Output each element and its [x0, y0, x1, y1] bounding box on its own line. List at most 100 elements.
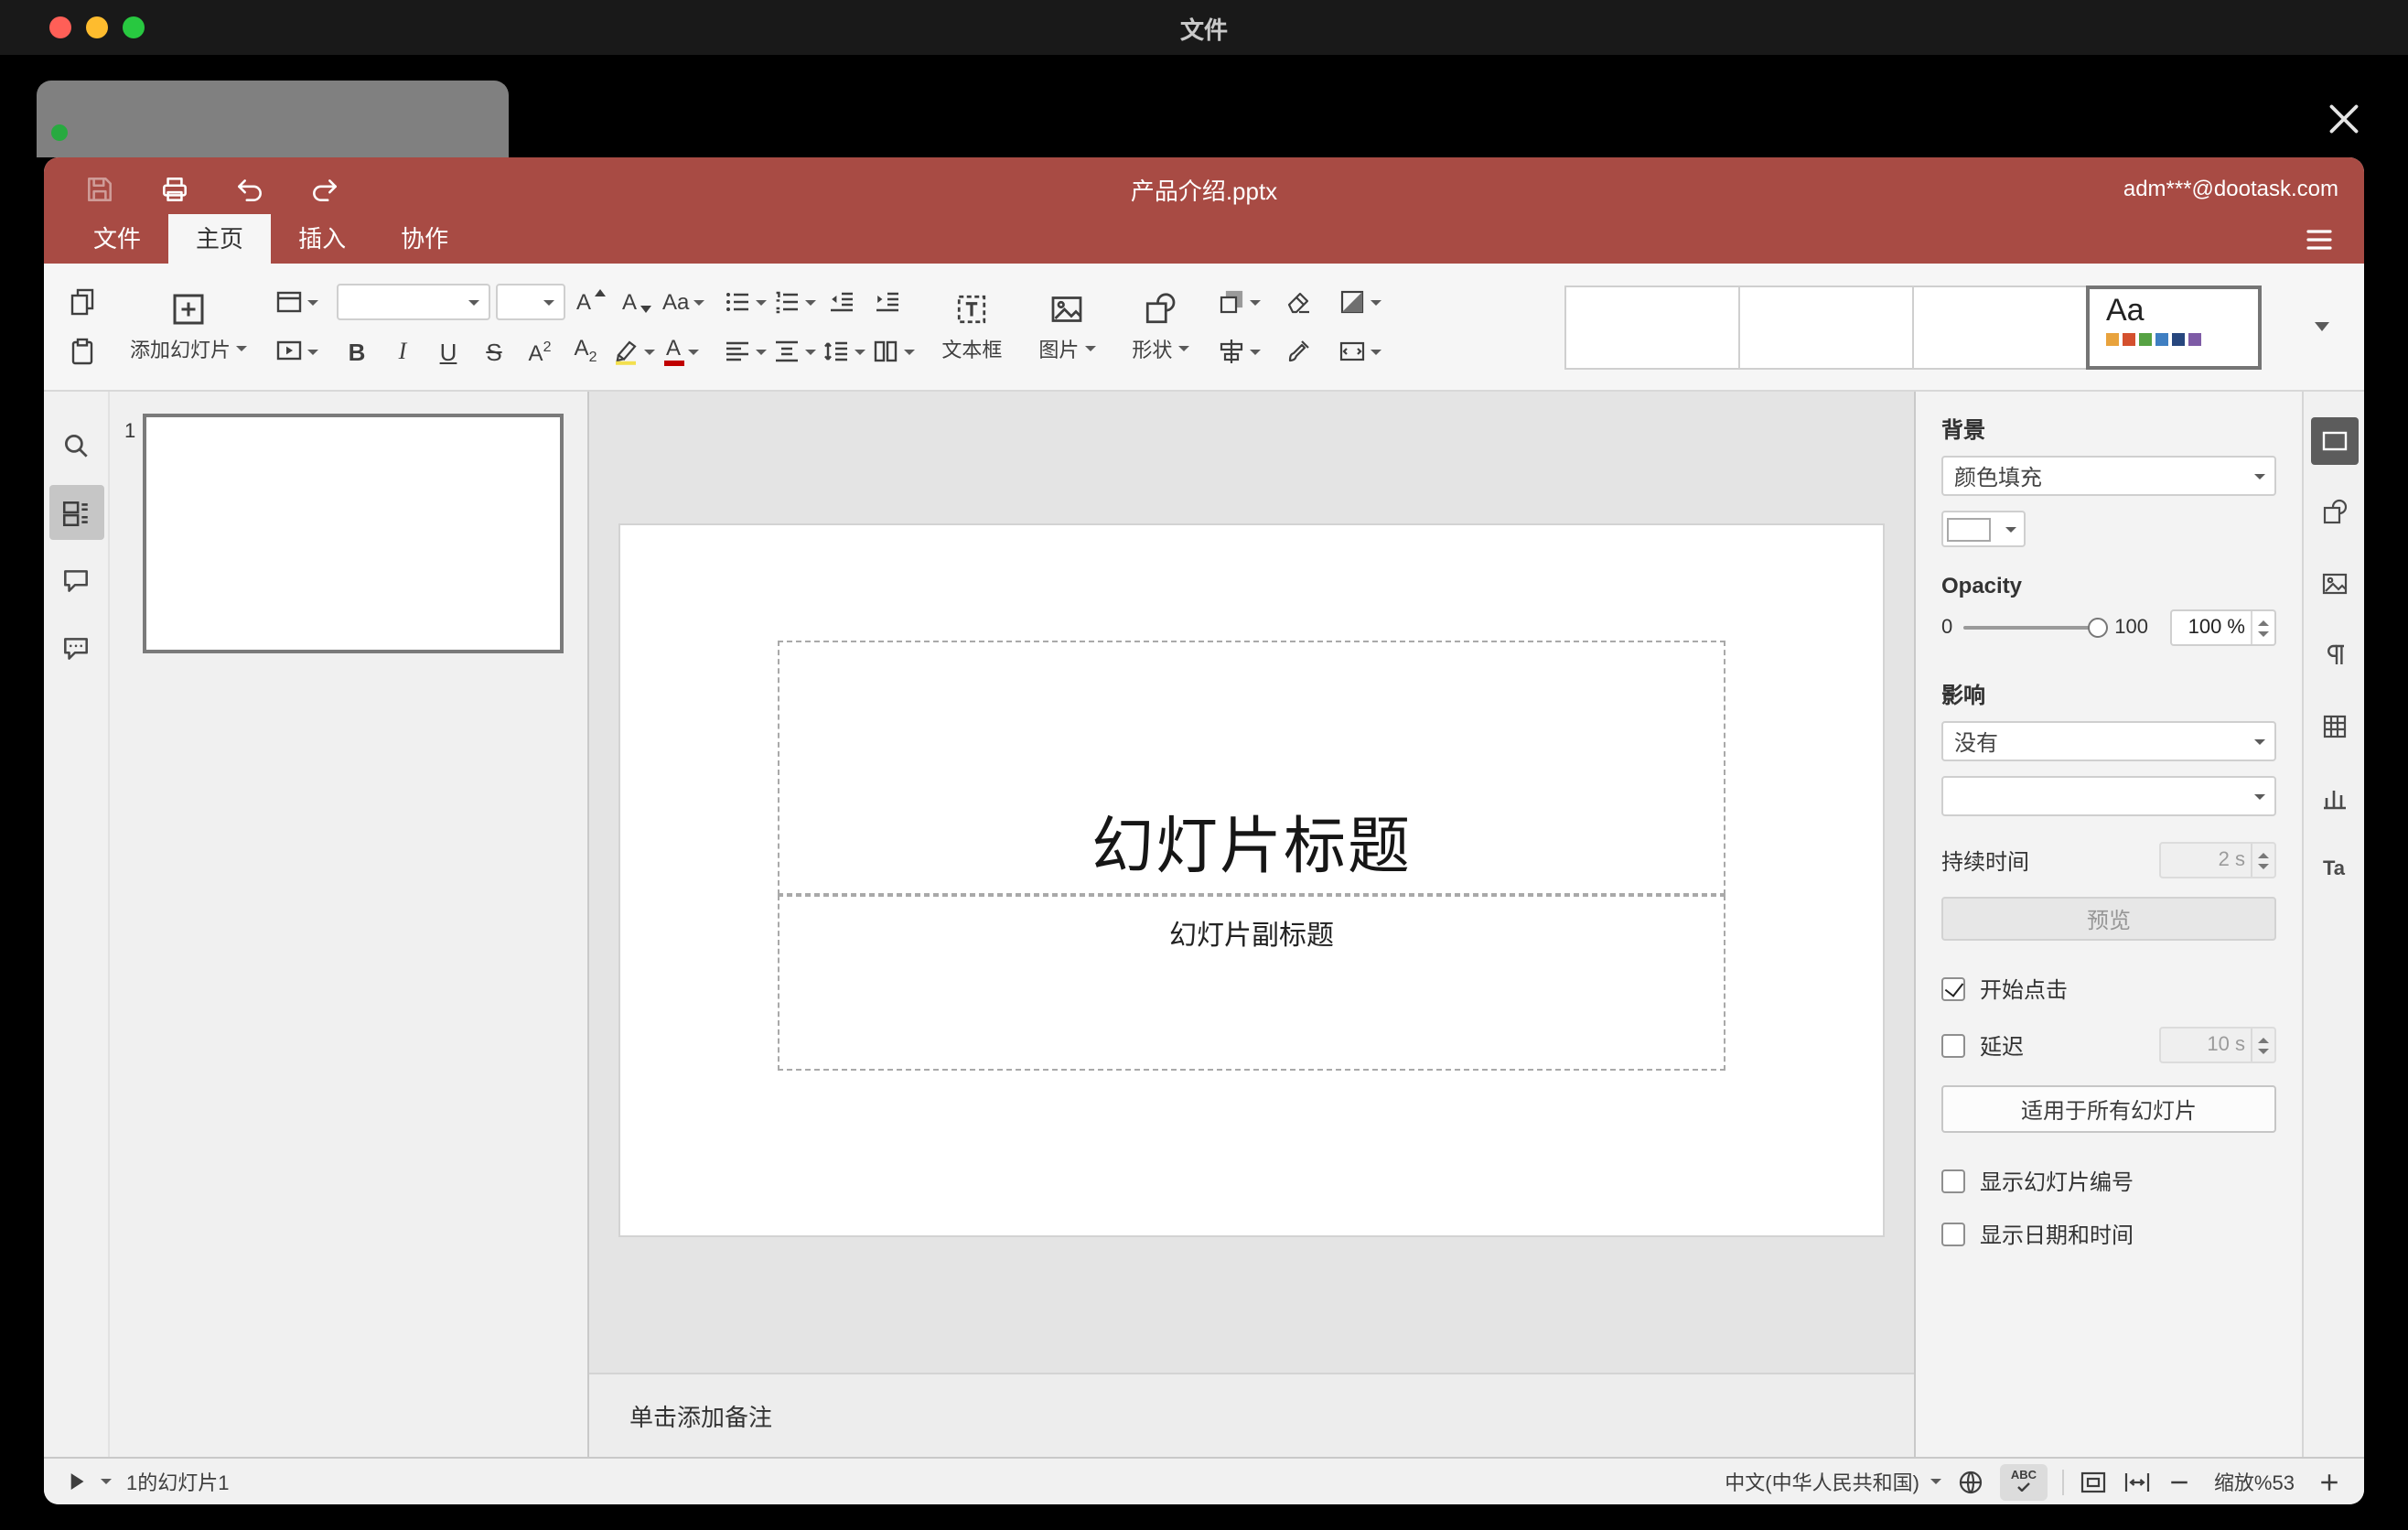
opacity-input[interactable]: 100 %: [2170, 609, 2276, 646]
preview-button[interactable]: 预览: [1941, 897, 2276, 941]
save-icon[interactable]: [84, 173, 115, 204]
slide-settings-button[interactable]: [2310, 417, 2358, 465]
table-settings-button[interactable]: [2310, 703, 2358, 750]
hamburger-menu-icon[interactable]: [2304, 227, 2335, 253]
copy-style-button[interactable]: [1278, 331, 1318, 372]
align-shape-button[interactable]: [1216, 331, 1261, 372]
add-slide-button[interactable]: 添加幻灯片: [121, 275, 256, 378]
image-settings-button[interactable]: [2310, 560, 2358, 608]
delay-checkbox-row[interactable]: 延迟 10 s: [1941, 1027, 2276, 1063]
tab-collaboration[interactable]: 协作: [373, 214, 476, 264]
shape-settings-button[interactable]: [2310, 489, 2358, 536]
tab-insert[interactable]: 插入: [271, 214, 373, 264]
fit-to-width-button[interactable]: [2123, 1467, 2152, 1496]
theme-preview-1[interactable]: [1564, 285, 1740, 369]
insert-image-button[interactable]: 图片: [1029, 275, 1104, 378]
background-fill-select[interactable]: 颜色填充: [1941, 456, 2276, 496]
undo-icon[interactable]: [234, 173, 265, 204]
start-on-click-checkbox-row[interactable]: 开始点击: [1941, 974, 2276, 1005]
theme-preview-selected[interactable]: Aa: [2086, 285, 2262, 369]
numbering-button[interactable]: [771, 282, 816, 322]
duration-spinner[interactable]: [2251, 844, 2274, 877]
traffic-light-close[interactable]: [49, 16, 71, 38]
vertical-align-button[interactable]: [771, 331, 816, 372]
traffic-light-zoom[interactable]: [123, 16, 145, 38]
columns-button[interactable]: [870, 331, 915, 372]
background-color-picker[interactable]: [1941, 511, 2026, 547]
superscript-button[interactable]: A2: [520, 331, 560, 372]
slide-work-area[interactable]: 幻灯片标题 幻灯片副标题: [589, 392, 1914, 1373]
insert-textbox-button[interactable]: 文本框: [932, 275, 1011, 378]
arrange-shape-button[interactable]: [1216, 282, 1261, 322]
zoom-out-button[interactable]: [2166, 1469, 2192, 1494]
font-size-select[interactable]: [496, 284, 565, 320]
show-slide-number-row[interactable]: 显示幻灯片编号: [1941, 1166, 2276, 1197]
show-slide-number-checkbox[interactable]: [1941, 1169, 1965, 1193]
clear-style-button[interactable]: [1278, 282, 1318, 322]
start-slideshow-button[interactable]: [274, 331, 318, 372]
copy-button[interactable]: [62, 282, 102, 322]
bold-button[interactable]: B: [337, 331, 377, 372]
increase-indent-button[interactable]: [866, 282, 907, 322]
close-icon[interactable]: [2327, 102, 2360, 135]
decrease-indent-button[interactable]: [821, 282, 861, 322]
comments-button[interactable]: [48, 553, 103, 608]
delay-input[interactable]: 10 s: [2159, 1027, 2276, 1063]
highlight-color-button[interactable]: [611, 331, 655, 372]
underline-button[interactable]: U: [428, 331, 468, 372]
subtitle-placeholder[interactable]: 幻灯片副标题: [778, 895, 1725, 1071]
opacity-slider[interactable]: [1963, 618, 2108, 638]
spellcheck-toggle[interactable]: ABC: [1999, 1463, 2048, 1500]
theme-preview-3[interactable]: [1912, 285, 2088, 369]
change-case-button[interactable]: Aa: [662, 282, 704, 322]
chart-settings-button[interactable]: [2310, 774, 2358, 822]
decrease-font-button[interactable]: A: [617, 282, 657, 322]
effect-type-select[interactable]: [1941, 776, 2276, 816]
italic-button[interactable]: I: [382, 331, 423, 372]
slide-thumbnail[interactable]: [143, 414, 564, 653]
apply-to-all-slides-button[interactable]: 适用于所有幻灯片: [1941, 1085, 2276, 1133]
set-language-button[interactable]: [1956, 1467, 1985, 1496]
theme-preview-2[interactable]: [1738, 285, 1914, 369]
horizontal-align-button[interactable]: [722, 331, 767, 372]
opacity-spinner[interactable]: [2251, 611, 2274, 644]
chat-button[interactable]: [48, 620, 103, 675]
show-date-time-checkbox[interactable]: [1941, 1223, 1965, 1246]
shape-fill-button[interactable]: [1337, 282, 1381, 322]
start-on-click-checkbox[interactable]: [1941, 977, 1965, 1001]
theme-gallery-expand-button[interactable]: [2302, 285, 2342, 369]
start-preview-button[interactable]: [66, 1470, 112, 1493]
slides-panel-button[interactable]: [48, 485, 103, 540]
search-button[interactable]: [48, 417, 103, 472]
print-icon[interactable]: [159, 173, 190, 204]
line-spacing-button[interactable]: [821, 331, 865, 372]
show-date-time-row[interactable]: 显示日期和时间: [1941, 1219, 2276, 1250]
effect-select[interactable]: 没有: [1941, 721, 2276, 761]
opacity-slider-knob[interactable]: [2087, 618, 2108, 638]
slide-size-button[interactable]: [1337, 331, 1381, 372]
strikethrough-button[interactable]: S: [474, 331, 514, 372]
tab-home[interactable]: 主页: [168, 214, 272, 264]
increase-font-button[interactable]: A: [571, 282, 611, 322]
subscript-button[interactable]: A2: [565, 331, 606, 372]
paragraph-settings-button[interactable]: [2310, 631, 2358, 679]
traffic-light-minimize[interactable]: [86, 16, 108, 38]
duration-input[interactable]: 2 s: [2159, 842, 2276, 878]
redo-icon[interactable]: [309, 173, 340, 204]
tab-file[interactable]: 文件: [66, 214, 168, 264]
delay-spinner[interactable]: [2251, 1029, 2274, 1061]
textart-settings-button[interactable]: Ta: [2310, 846, 2358, 893]
slide-canvas[interactable]: 幻灯片标题 幻灯片副标题: [620, 525, 1883, 1235]
title-placeholder[interactable]: 幻灯片标题: [778, 641, 1725, 895]
notes-area[interactable]: 单击添加备注: [589, 1373, 1914, 1457]
language-select[interactable]: 中文(中华人民共和国): [1725, 1467, 1941, 1496]
paste-button[interactable]: [62, 331, 102, 372]
font-name-select[interactable]: [337, 284, 490, 320]
zoom-in-button[interactable]: [2317, 1469, 2342, 1494]
delay-checkbox[interactable]: [1941, 1033, 1965, 1057]
fit-to-slide-button[interactable]: [2079, 1467, 2108, 1496]
change-layout-button[interactable]: [274, 282, 318, 322]
font-color-button[interactable]: A: [661, 331, 701, 372]
insert-shape-button[interactable]: 形状: [1123, 275, 1198, 378]
bullets-button[interactable]: [722, 282, 767, 322]
